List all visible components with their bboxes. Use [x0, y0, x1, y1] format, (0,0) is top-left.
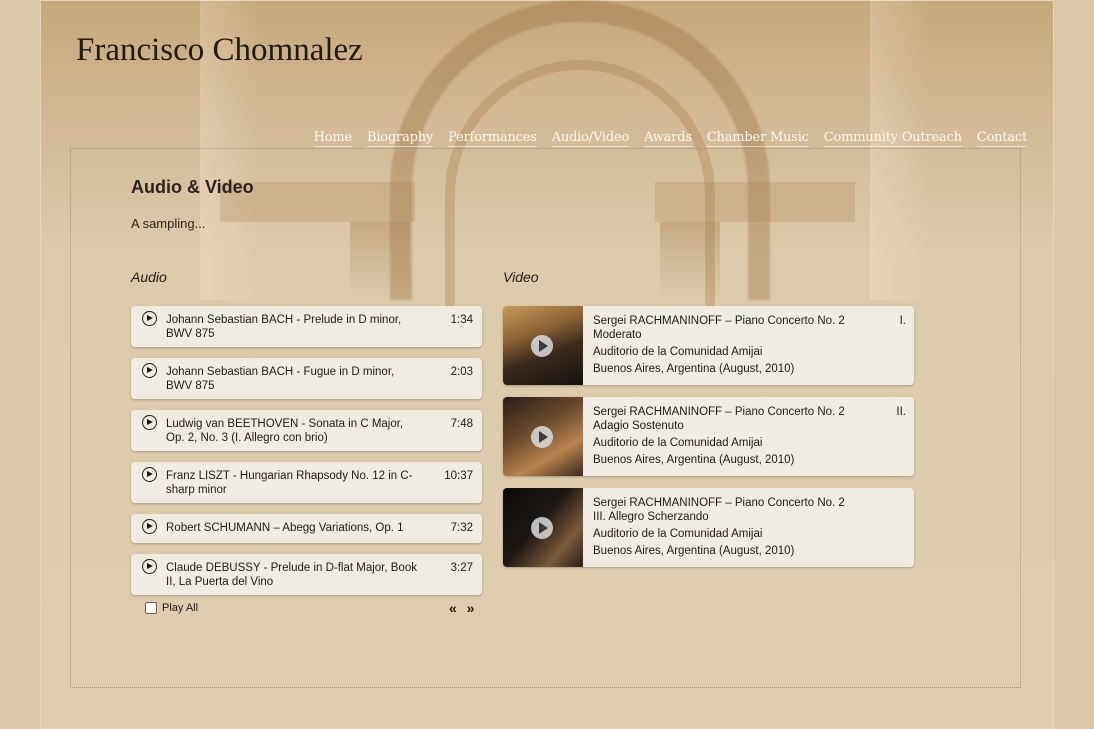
- video-title: Sergei RACHMANINOFF – Piano Concerto No.…: [593, 315, 845, 327]
- play-circle-icon[interactable]: [142, 559, 157, 574]
- video-movement: Adagio Sostenuto: [593, 420, 684, 432]
- video-info: Sergei RACHMANINOFF – Piano Concerto No.…: [593, 314, 906, 376]
- nav-audio-video[interactable]: Audio/Video: [551, 130, 629, 147]
- play-all-checkbox[interactable]: [145, 602, 157, 614]
- video-location: Buenos Aires, Argentina (August, 2010): [593, 545, 795, 557]
- video-thumbnail[interactable]: [503, 488, 583, 567]
- nav-performances[interactable]: Performances: [448, 130, 537, 147]
- play-circle-icon[interactable]: [142, 467, 157, 482]
- nav-community-outreach[interactable]: Community Outreach: [823, 130, 962, 147]
- nav-awards[interactable]: Awards: [644, 130, 692, 147]
- video-info: Sergei RACHMANINOFF – Piano Concerto No.…: [593, 496, 906, 558]
- video-title-line: Sergei RACHMANINOFF – Piano Concerto No.…: [593, 496, 906, 510]
- track-title: Ludwig van BEETHOVEN - Sonata in C Major…: [166, 418, 404, 444]
- nav-contact[interactable]: Contact: [976, 130, 1027, 147]
- audio-track[interactable]: Ludwig van BEETHOVEN - Sonata in C Major…: [131, 410, 482, 451]
- video-item[interactable]: Sergei RACHMANINOFF – Piano Concerto No.…: [503, 306, 914, 385]
- track-title: Robert SCHUMANN – Abegg Variations, Op. …: [166, 522, 404, 534]
- video-play-icon[interactable]: [531, 426, 553, 448]
- track-duration: 10:37: [444, 470, 473, 482]
- nav-home[interactable]: Home: [313, 130, 352, 147]
- video-title-line: Sergei RACHMANINOFF – Piano Concerto No.…: [593, 314, 906, 328]
- audio-track[interactable]: Claude DEBUSSY - Prelude in D-flat Major…: [131, 554, 482, 595]
- audio-playlist: Johann Sebastian BACH - Prelude in D min…: [131, 306, 482, 606]
- video-section-title: Video: [503, 269, 539, 285]
- video-movement: III. Allegro Scherzando: [593, 511, 709, 523]
- audio-track[interactable]: Johann Sebastian BACH - Prelude in D min…: [131, 306, 482, 347]
- video-part-number: II.: [896, 406, 906, 418]
- playlist-pager[interactable]: « »: [449, 600, 477, 616]
- video-venue: Auditorio de la Comunidad Amijai: [593, 437, 763, 449]
- track-title: Johann Sebastian BACH - Prelude in D min…: [166, 314, 402, 340]
- video-thumbnail[interactable]: [503, 306, 583, 385]
- main-nav: Home Biography Performances Audio/Video …: [313, 130, 1027, 147]
- video-movement: Moderato: [593, 329, 642, 341]
- track-title: Franz LISZT - Hungarian Rhapsody No. 12 …: [166, 470, 413, 496]
- track-duration: 1:34: [450, 314, 473, 326]
- content-panel: Audio & Video A sampling... Audio Video …: [70, 148, 1021, 688]
- video-play-icon[interactable]: [531, 335, 553, 357]
- track-title: Claude DEBUSSY - Prelude in D-flat Major…: [166, 562, 417, 588]
- video-info: Sergei RACHMANINOFF – Piano Concerto No.…: [593, 405, 906, 467]
- video-venue: Auditorio de la Comunidad Amijai: [593, 528, 763, 540]
- audio-track[interactable]: Franz LISZT - Hungarian Rhapsody No. 12 …: [131, 462, 482, 503]
- video-title: Sergei RACHMANINOFF – Piano Concerto No.…: [593, 406, 845, 418]
- video-item[interactable]: Sergei RACHMANINOFF – Piano Concerto No.…: [503, 397, 914, 476]
- video-title-line: Sergei RACHMANINOFF – Piano Concerto No.…: [593, 405, 906, 419]
- track-duration: 7:32: [450, 522, 473, 534]
- page-heading: Audio & Video: [131, 177, 254, 197]
- site-title[interactable]: Francisco Chomnalez: [76, 32, 363, 69]
- page-intro: A sampling...: [131, 216, 206, 231]
- track-duration: 2:03: [450, 366, 473, 378]
- video-location: Buenos Aires, Argentina (August, 2010): [593, 454, 795, 466]
- audio-track[interactable]: Robert SCHUMANN – Abegg Variations, Op. …: [131, 514, 482, 543]
- play-circle-icon[interactable]: [142, 519, 157, 534]
- video-item[interactable]: Sergei RACHMANINOFF – Piano Concerto No.…: [503, 488, 914, 567]
- track-title: Johann Sebastian BACH - Fugue in D minor…: [166, 366, 395, 392]
- nav-biography[interactable]: Biography: [367, 130, 433, 147]
- audio-section-title: Audio: [131, 269, 167, 285]
- video-part-number: I.: [899, 315, 906, 327]
- video-venue: Auditorio de la Comunidad Amijai: [593, 346, 763, 358]
- nav-chamber-music[interactable]: Chamber Music: [706, 130, 809, 147]
- track-duration: 3:27: [450, 562, 473, 574]
- video-location: Buenos Aires, Argentina (August, 2010): [593, 363, 795, 375]
- play-circle-icon[interactable]: [142, 415, 157, 430]
- video-thumbnail[interactable]: [503, 397, 583, 476]
- video-list: Sergei RACHMANINOFF – Piano Concerto No.…: [503, 306, 914, 579]
- track-duration: 7:48: [450, 418, 473, 430]
- play-circle-icon[interactable]: [142, 363, 157, 378]
- video-play-icon[interactable]: [531, 517, 553, 539]
- play-circle-icon[interactable]: [142, 311, 157, 326]
- audio-track[interactable]: Johann Sebastian BACH - Fugue in D minor…: [131, 358, 482, 399]
- video-title: Sergei RACHMANINOFF – Piano Concerto No.…: [593, 497, 845, 509]
- play-all-label[interactable]: Play All: [162, 602, 198, 614]
